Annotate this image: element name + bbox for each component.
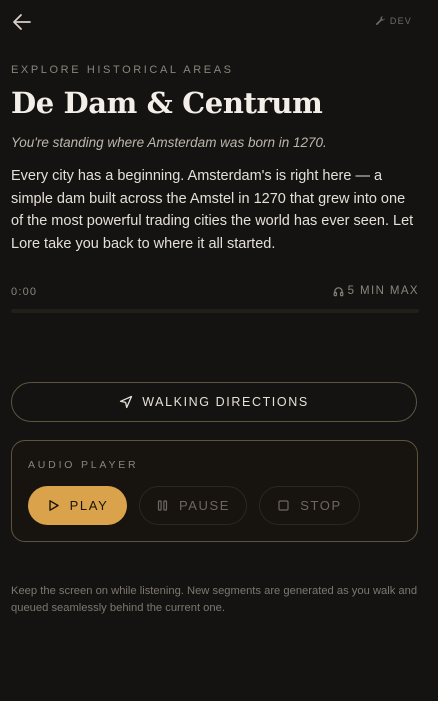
dev-label: DEV [389,15,412,26]
elapsed-time: 0:00 [11,286,38,298]
play-icon [48,500,59,511]
headphones-icon [333,286,343,296]
description: Every city has a beginning. Amsterdam's … [11,168,414,252]
max-duration: 5 MIN MAX [333,285,419,297]
pause-label: PAUSE [178,498,231,513]
stop-button[interactable]: STOP [259,486,360,525]
footer-note: Keep the screen on while listening. New … [11,585,418,614]
max-duration-label: 5 MIN MAX [347,285,419,297]
stop-label: STOP [300,498,342,513]
progress-bar[interactable] [11,309,419,313]
pause-button[interactable]: PAUSE [139,486,247,525]
pause-icon [157,500,168,511]
play-label: PLAY [69,498,109,513]
audio-player-label: AUDIO PLAYER [28,459,139,471]
stop-icon [278,500,289,511]
play-button[interactable]: PLAY [28,486,127,525]
back-button[interactable] [11,12,33,32]
top-bar: DEV [0,0,438,44]
tagline: You're standing where Amsterdam was born… [11,135,327,150]
navigation-arrow-icon [120,395,133,409]
arrow-left-icon [13,14,31,30]
dev-button[interactable]: DEV [375,15,412,26]
walking-directions-button[interactable]: WALKING DIRECTIONS [11,382,417,422]
walking-directions-label: WALKING DIRECTIONS [142,395,309,409]
page-title: De Dam & Centrum [11,86,323,120]
section-eyebrow: EXPLORE HISTORICAL AREAS [11,64,234,76]
audio-player: AUDIO PLAYER PLAY PAUSE STOP [11,440,418,542]
wrench-icon [375,16,385,25]
